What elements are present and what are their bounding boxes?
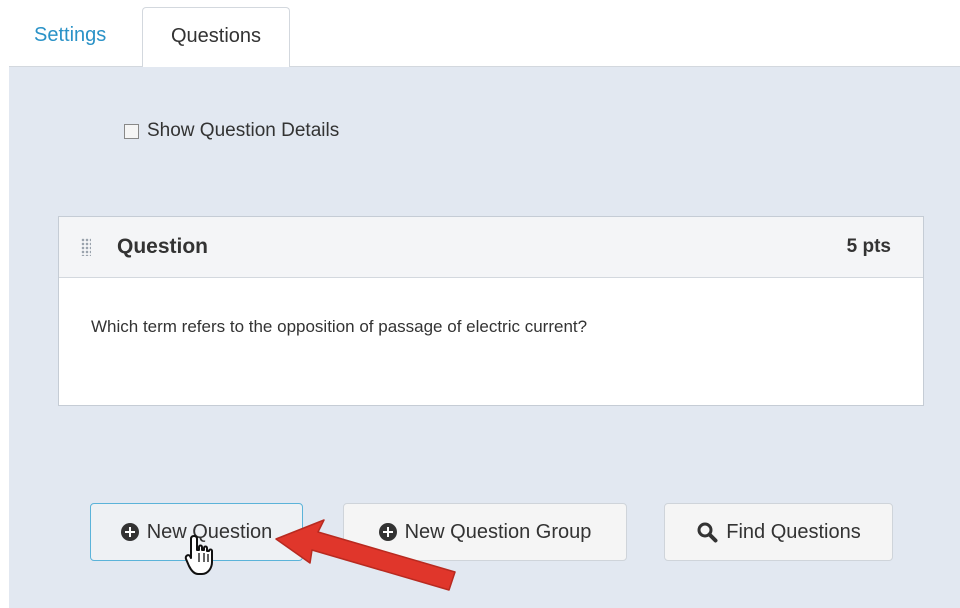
new-question-label: New Question <box>146 520 273 543</box>
question-points: 5 pts <box>846 236 891 257</box>
tab-questions[interactable]: Questions <box>142 7 290 67</box>
find-questions-button[interactable]: Find Questions <box>664 503 893 561</box>
plus-circle-icon <box>378 523 397 541</box>
show-details-checkbox[interactable] <box>124 123 139 139</box>
question-card: Question 5 pts Which term refers to the … <box>58 216 924 406</box>
question-header: Question 5 pts <box>59 217 923 278</box>
new-question-group-button[interactable]: New Question Group <box>343 503 627 561</box>
search-icon <box>697 522 718 543</box>
find-questions-label: Find Questions <box>726 520 861 543</box>
tab-settings[interactable]: Settings <box>12 7 128 66</box>
drag-handle-icon[interactable] <box>81 238 91 256</box>
new-question-group-label: New Question Group <box>404 520 592 543</box>
plus-circle-icon <box>120 523 139 541</box>
new-question-button[interactable]: New Question <box>90 503 303 561</box>
tab-bar: Settings Questions <box>0 0 960 67</box>
show-details-label: Show Question Details <box>147 120 340 141</box>
show-question-details[interactable]: Show Question Details <box>124 120 339 142</box>
question-title: Question <box>117 235 209 258</box>
question-text: Which term refers to the opposition of p… <box>91 317 588 336</box>
